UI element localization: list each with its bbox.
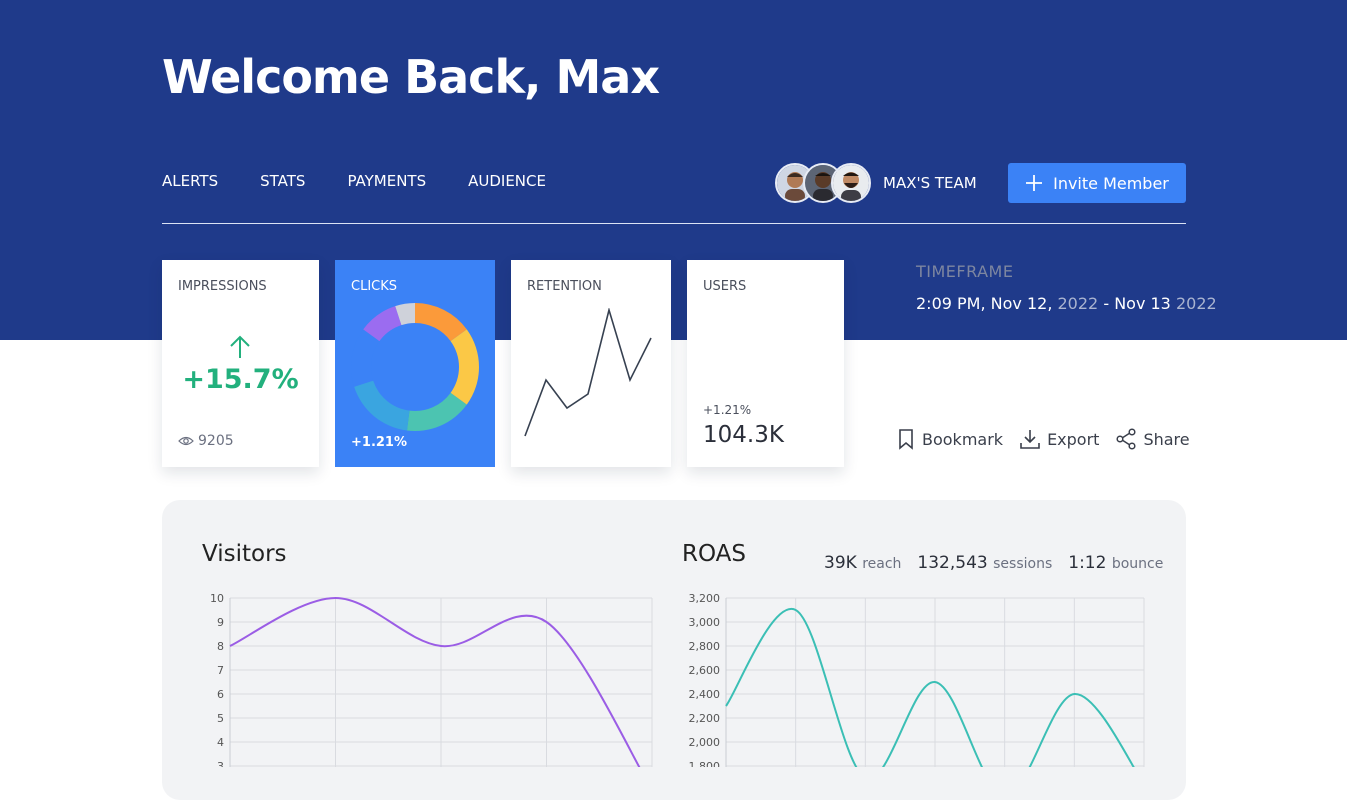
users-card[interactable]: USERS +1.21% 104.3K bbox=[687, 260, 844, 467]
plus-icon bbox=[1026, 175, 1043, 191]
timeframe-range[interactable]: 2:09 PM, Nov 12, 2022 - Nov 13 2022 bbox=[916, 294, 1217, 313]
users-label: USERS bbox=[703, 279, 747, 294]
roas-stat-bounce: 1:12 bounce bbox=[1068, 553, 1164, 573]
header-divider bbox=[162, 223, 1186, 224]
donut-slice bbox=[354, 380, 410, 431]
clicks-donut-chart bbox=[351, 303, 479, 431]
users-value: 104.3K bbox=[703, 422, 784, 448]
y-tick-label: 6 bbox=[217, 688, 224, 701]
y-tick-label: 2,200 bbox=[689, 712, 721, 725]
impressions-views: 9205 bbox=[198, 433, 234, 449]
team-avatars bbox=[775, 163, 871, 203]
export-button[interactable]: Export bbox=[1019, 428, 1099, 450]
page-title: Welcome Back, Max bbox=[162, 50, 660, 104]
impressions-label: IMPRESSIONS bbox=[178, 279, 267, 294]
y-tick-label: 2,000 bbox=[689, 736, 721, 749]
eye-icon bbox=[178, 436, 194, 446]
y-tick-label: 2,400 bbox=[689, 688, 721, 701]
y-tick-label: 4 bbox=[217, 736, 224, 749]
download-icon bbox=[1020, 430, 1040, 449]
impressions-card[interactable]: IMPRESSIONS +15.7% 9205 bbox=[162, 260, 319, 467]
nav-alerts[interactable]: ALERTS bbox=[162, 172, 218, 190]
retention-label: RETENTION bbox=[527, 279, 602, 294]
timeframe-separator: - bbox=[1103, 294, 1110, 313]
team-label: MAX'S TEAM bbox=[883, 174, 977, 192]
clicks-change: +1.21% bbox=[351, 435, 407, 450]
roas-stat-reach: 39K reach bbox=[824, 553, 902, 573]
visitors-title: Visitors bbox=[202, 541, 287, 567]
y-tick-label: 3,000 bbox=[689, 616, 721, 629]
y-tick-label: 2,800 bbox=[689, 640, 721, 653]
y-tick-label: 5 bbox=[217, 712, 224, 725]
timeframe-start-year: 2022 bbox=[1057, 294, 1099, 313]
invite-member-button[interactable]: Invite Member bbox=[1008, 163, 1186, 203]
invite-label: Invite Member bbox=[1053, 173, 1169, 193]
timeframe-label: TIMEFRAME bbox=[916, 262, 1014, 281]
nav-audience[interactable]: AUDIENCE bbox=[468, 172, 546, 190]
impressions-change: +15.7% bbox=[182, 364, 299, 395]
actions-bar: Bookmark Export Share bbox=[896, 428, 1190, 450]
team-group[interactable]: MAX'S TEAM bbox=[775, 163, 977, 203]
timeframe-end-year: 2022 bbox=[1175, 294, 1217, 313]
timeframe-start: 2:09 PM, Nov 12, bbox=[916, 294, 1053, 313]
y-tick-label: 8 bbox=[217, 640, 224, 653]
users-change: +1.21% bbox=[703, 403, 752, 417]
donut-slice bbox=[406, 392, 467, 431]
main-nav: ALERTS STATS PAYMENTS AUDIENCE bbox=[162, 172, 546, 190]
roas-line-chart: 3,200 3,000 2,800 2,600 2,400 2,200 2,000 1,800… bbox=[689, 592, 1145, 767]
y-tick-label: 3 bbox=[217, 760, 224, 767]
share-button[interactable]: Share bbox=[1115, 428, 1190, 450]
retention-sparkline bbox=[524, 308, 652, 437]
roas-stats: 39K reach 132,543 sessions 1:12 bounce bbox=[824, 553, 1163, 573]
roas-title: ROAS bbox=[682, 541, 747, 567]
donut-slice bbox=[450, 329, 479, 405]
y-tick-label: 10 bbox=[210, 592, 224, 605]
bookmark-button[interactable]: Bookmark bbox=[896, 428, 1003, 450]
retention-card[interactable]: RETENTION bbox=[511, 260, 671, 467]
clicks-label: CLICKS bbox=[351, 279, 398, 294]
y-tick-label: 3,200 bbox=[689, 592, 721, 605]
arrow-up-icon bbox=[230, 335, 250, 358]
y-tick-label: 2,600 bbox=[689, 664, 721, 677]
y-tick-label: 9 bbox=[217, 616, 224, 629]
visitors-line-chart: 10 9 8 7 6 5 4 3 bbox=[210, 592, 653, 767]
bookmark-label: Bookmark bbox=[922, 429, 1004, 449]
bookmark-icon bbox=[899, 429, 913, 450]
y-tick-label: 1,800 bbox=[689, 760, 721, 767]
export-label: Export bbox=[1047, 429, 1100, 449]
share-label: Share bbox=[1143, 429, 1190, 449]
roas-stat-sessions: 132,543 sessions bbox=[917, 553, 1053, 573]
timeframe-end: Nov 13 bbox=[1114, 294, 1171, 313]
y-tick-label: 7 bbox=[217, 664, 224, 677]
share-icon bbox=[1116, 428, 1136, 450]
nav-stats[interactable]: STATS bbox=[260, 172, 305, 190]
nav-payments[interactable]: PAYMENTS bbox=[347, 172, 426, 190]
clicks-card[interactable]: CLICKS +1.21% bbox=[335, 260, 495, 467]
avatar bbox=[831, 163, 871, 203]
retention-line bbox=[524, 308, 652, 437]
